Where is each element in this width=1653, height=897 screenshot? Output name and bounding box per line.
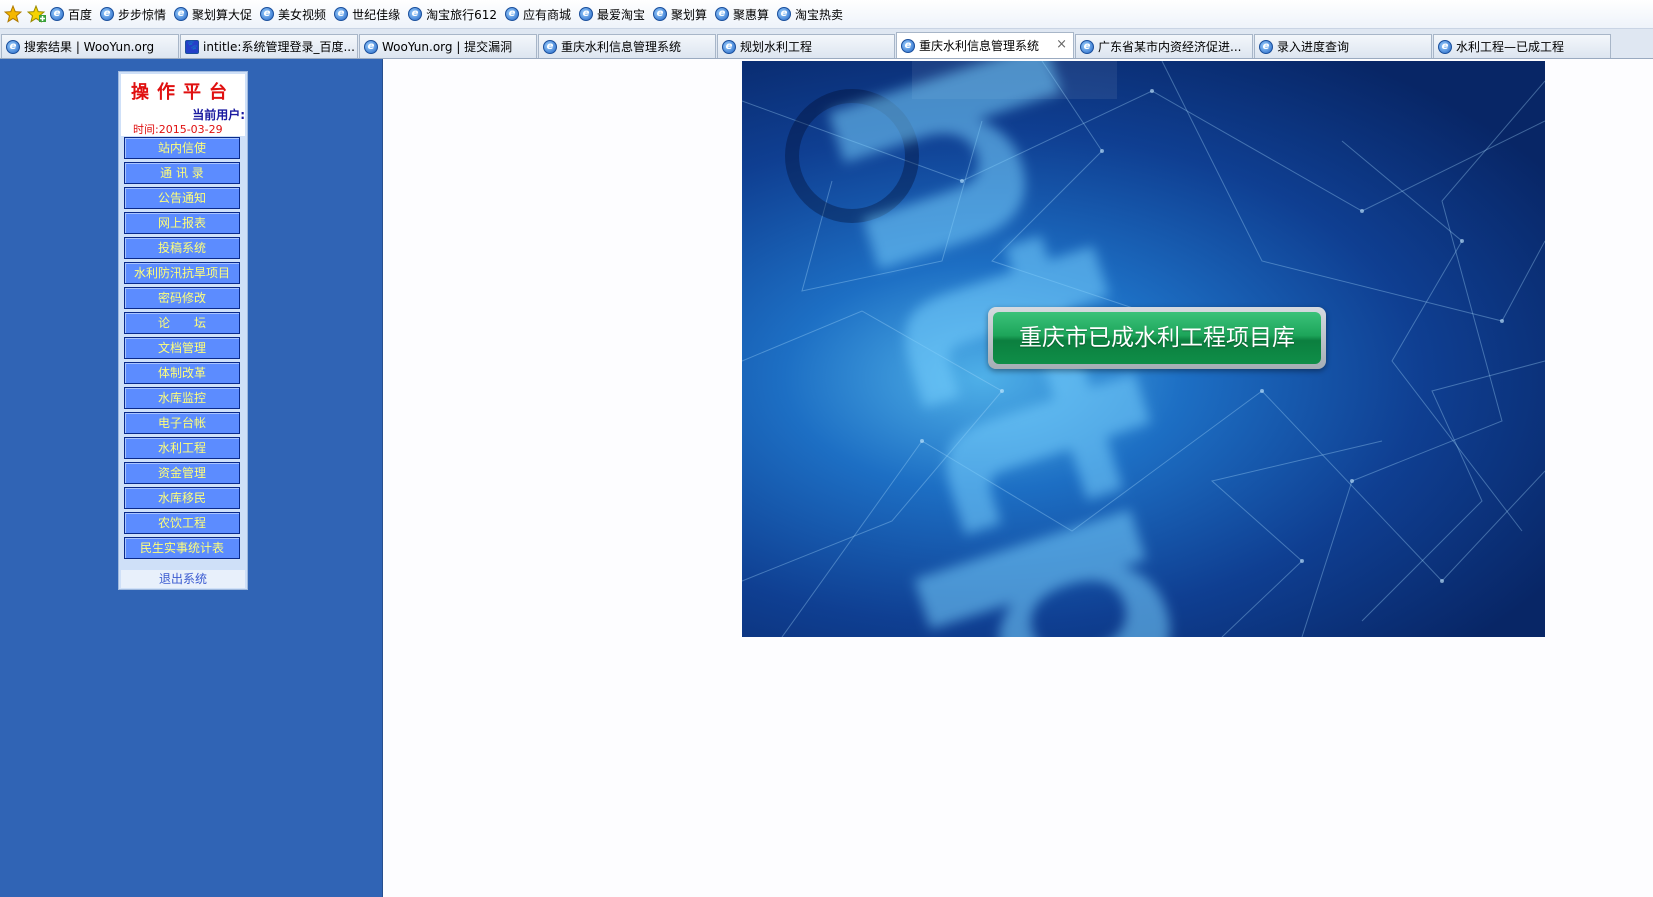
ie-page-icon: e (100, 7, 115, 21)
close-tab-icon[interactable]: × (1056, 37, 1067, 52)
tab-label: 规划水利工程 (740, 40, 813, 54)
favorite-item[interactable]: e 最爱淘宝 (577, 3, 649, 25)
browser-tab[interactable]: e 重庆水利信息管理系统 (538, 34, 716, 58)
favorite-item[interactable]: e 世纪佳缘 (332, 3, 404, 25)
browser-tab[interactable]: 🐾 intitle:系统管理登录_百度... (180, 34, 358, 58)
favorite-item[interactable]: e 应有商城 (503, 3, 575, 25)
tab-label: intitle:系统管理登录_百度... (203, 40, 355, 54)
menu-button[interactable]: 论 坛 (124, 312, 240, 334)
menu-button[interactable]: 水库移民 (124, 487, 240, 509)
favorite-label: 应有商城 (522, 7, 571, 22)
favorite-item[interactable]: e 百度 (48, 3, 96, 25)
current-time: 时间:2015-03-29 (133, 121, 223, 137)
ie-page-icon: e (715, 7, 730, 21)
tab-label: 水利工程—已成工程 (1456, 40, 1565, 54)
favorite-label: 最爱淘宝 (597, 7, 646, 22)
ie-page-icon: e (653, 7, 668, 21)
favorite-label: 聚惠算 (733, 7, 770, 22)
ie-page-icon: e (901, 38, 915, 53)
favorite-label: 淘宝热卖 (795, 7, 844, 22)
favorite-label: 聚划算 (671, 7, 708, 22)
tab-label: 重庆水利信息管理系统 (919, 39, 1040, 53)
ie-page-icon: e (1080, 39, 1094, 54)
main-banner: http: 重庆市已成水利工程项目库 (742, 61, 1545, 637)
favorites-bar: e 百度 e 步步惊情 e 聚划算大促 e 美女视频 e 世纪佳缘 e 淘宝旅行612 e 应有商城 e 最爱… (0, 0, 1653, 29)
menu-button[interactable]: 投稿系统 (124, 237, 240, 259)
ie-page-icon: e (579, 7, 593, 21)
favorite-item[interactable]: e 聚划算 (651, 3, 711, 25)
browser-tab[interactable]: e 搜索结果 | WooYun.org (1, 34, 179, 58)
operation-panel: 操作平台 当前用户: 时间:2015-03-29 站内信使通 讯 录公告通知网上… (118, 71, 248, 590)
ie-page-icon: e (777, 7, 792, 21)
menu-button[interactable]: 站内信使 (124, 137, 240, 159)
menu-button[interactable]: 水库监控 (124, 387, 240, 409)
ie-page-icon: e (504, 7, 519, 21)
browser-tab-active[interactable]: e 重庆水利信息管理系统 × (896, 32, 1074, 58)
project-library-button[interactable]: 重庆市已成水利工程项目库 (988, 307, 1326, 369)
menu-button[interactable]: 农饮工程 (124, 512, 240, 534)
menu-button[interactable]: 体制改革 (124, 362, 240, 384)
menu-button[interactable]: 资金管理 (124, 462, 240, 484)
favorite-label: 百度 (68, 7, 93, 22)
favorite-label: 聚划算大促 (192, 7, 253, 22)
tab-label: 重庆水利信息管理系统 (561, 40, 682, 54)
project-library-button-label[interactable]: 重庆市已成水利工程项目库 (993, 312, 1321, 364)
favorite-item[interactable]: e 淘宝旅行612 (406, 3, 501, 25)
menu-button[interactable]: 网上报表 (124, 212, 240, 234)
ie-page-icon: e (408, 7, 423, 21)
favorite-label: 美女视频 (278, 7, 327, 22)
browser-tab[interactable]: e 规划水利工程 (717, 34, 895, 58)
panel-title: 操作平台 (131, 82, 235, 103)
menu-button[interactable]: 公告通知 (124, 187, 240, 209)
add-favorite-icon[interactable] (26, 3, 48, 25)
ie-page-icon: e (722, 39, 736, 54)
menu-button[interactable]: 电子台帐 (124, 412, 240, 434)
ie-page-icon: e (543, 39, 557, 54)
tab-label: WooYun.org | 提交漏洞 (382, 40, 513, 54)
panel-header: 操作平台 当前用户: 时间:2015-03-29 (121, 74, 245, 136)
menu-button[interactable]: 密码修改 (124, 287, 240, 309)
menu-button[interactable]: 水利工程 (124, 437, 240, 459)
browser-tab-bar: e 搜索结果 | WooYun.org 🐾 intitle:系统管理登录_百度... e… (0, 29, 1653, 59)
tab-label: 搜索结果 | WooYun.org (24, 40, 155, 54)
ie-page-icon: e (260, 7, 275, 21)
ie-page-icon: e (1259, 39, 1273, 54)
favorite-item[interactable]: e 淘宝热卖 (775, 3, 847, 25)
ie-page-icon: e (174, 7, 189, 21)
ie-page-icon: e (364, 39, 378, 54)
tab-label: 广东省某市内资经济促进... (1098, 40, 1242, 54)
ie-page-icon: e (334, 7, 349, 21)
browser-tab[interactable]: e 水利工程—已成工程 (1433, 34, 1611, 58)
favorite-label: 步步惊情 (118, 7, 167, 22)
menu-button[interactable]: 通 讯 录 (124, 162, 240, 184)
time-value: 2015-03-29 (158, 123, 223, 136)
favorite-item[interactable]: e 美女视频 (258, 3, 330, 25)
menu-button[interactable]: 文档管理 (124, 337, 240, 359)
ie-page-icon: e (50, 7, 64, 21)
sidebar: 操作平台 当前用户: 时间:2015-03-29 站内信使通 讯 录公告通知网上… (0, 59, 383, 897)
favorites-star-icon[interactable] (2, 3, 24, 25)
favorite-item[interactable]: e 聚划算大促 (172, 3, 256, 25)
favorite-label: 世纪佳缘 (352, 7, 401, 22)
favorite-label: 淘宝旅行612 (426, 7, 497, 22)
menu-button[interactable]: 水利防汛抗旱项目 (124, 262, 240, 284)
menu-button[interactable]: 民生实事统计表 (124, 537, 240, 559)
baidu-paw-icon: 🐾 (185, 39, 199, 54)
tab-label: 录入进度查询 (1277, 40, 1350, 54)
time-label: 时间: (133, 123, 159, 136)
browser-tab[interactable]: e 录入进度查询 (1254, 34, 1432, 58)
browser-tab[interactable]: e 广东省某市内资经济促进... (1075, 34, 1253, 58)
logout-link[interactable]: 退出系统 (121, 570, 245, 588)
ie-page-icon: e (1438, 39, 1452, 54)
favorite-item[interactable]: e 步步惊情 (98, 3, 170, 25)
browser-tab[interactable]: e WooYun.org | 提交漏洞 (359, 34, 537, 58)
ie-page-icon: e (6, 39, 20, 54)
favorite-item[interactable]: e 聚惠算 (713, 3, 773, 25)
